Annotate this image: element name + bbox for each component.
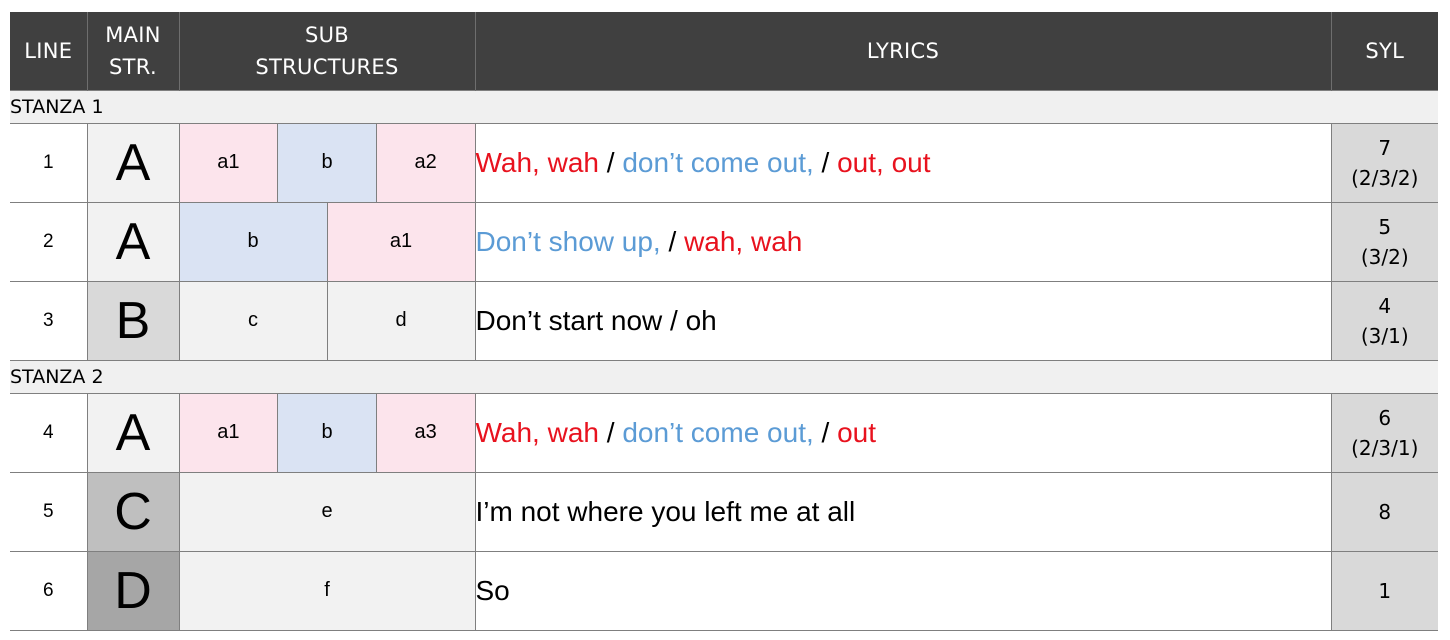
song-structure-table: LINE MAIN STR. SUB STRUCTURES LYRICS SYL S… [10, 12, 1438, 631]
syllable-total: 8 [1378, 499, 1392, 524]
line-number: 5 [10, 471, 88, 552]
syllable-total: 7 [1378, 135, 1392, 160]
line-number: 6 [10, 550, 88, 631]
table-row: 5 Ce I’m not where you left me at all 8 [10, 471, 1438, 552]
lyrics-cell: Wah, wah / don’t come out, / out [474, 392, 1332, 473]
lyric-segment: don’t come out, [622, 416, 814, 448]
lyric-segment: wah, wah [684, 225, 803, 257]
main-structure: C [86, 471, 180, 552]
table-row: 4 Aa1 b a3 Wah, wah / don’t come out, / out 6… [10, 392, 1438, 473]
header-sub-line1: SUB [304, 22, 349, 47]
line-number: 2 [10, 201, 88, 282]
header-main-line1: MAIN [105, 22, 161, 47]
table-row: 1 Aa1 b a2 Wah, wah / don’t come out, / out,… [10, 122, 1438, 203]
table-body: STANZA 1 1 Aa1 b a2 Wah, wah / don’t come out… [10, 89, 1438, 631]
header-sub-line2: STRUCTURES [255, 54, 399, 79]
sub-structure-group: a1 b a2 [179, 123, 475, 202]
table-row: 2 Ab a1 Don’t show up, / wah, wah 5 (3/2) [10, 201, 1438, 282]
sub-structure: f [179, 551, 475, 630]
sub-structure-group: b a1 [179, 202, 475, 281]
lyric-segment: / [813, 416, 838, 448]
sub-structure: a1 [327, 202, 475, 281]
lyric-segment: Don’t start now / oh [475, 304, 717, 336]
sub-structures: f [178, 550, 476, 631]
sub-structure: b [179, 202, 328, 281]
lyric-segment: / [813, 146, 838, 178]
header-syllables: SYL [1331, 12, 1438, 90]
lyrics-cell: Don’t show up, / wah, wah [474, 201, 1332, 282]
line-number: 1 [10, 122, 88, 203]
table-row: 3 Bc d Don’t start now / oh 4 (3/1) [10, 280, 1438, 361]
lyric-segment: Wah, wah [475, 146, 599, 178]
lyric-segment: / [598, 416, 623, 448]
lyric-segment: / [598, 146, 623, 178]
line-number: 4 [10, 392, 88, 473]
lyrics-cell: Don’t start now / oh [474, 280, 1332, 361]
sub-structure: a2 [376, 123, 475, 202]
sub-structure: a1 [179, 123, 279, 202]
sub-structure: c [179, 281, 328, 360]
syllable-breakdown: (2/3/1) [1351, 435, 1419, 460]
main-structure: D [86, 550, 180, 631]
main-structure: B [86, 280, 180, 361]
sub-structures: a1 b a3 [178, 392, 476, 473]
sub-structure: d [327, 281, 475, 360]
stanza-label: STANZA 1 [10, 89, 1438, 124]
syllable-count: 7 (2/3/2) [1330, 122, 1438, 203]
main-structure: A [86, 201, 180, 282]
syllable-breakdown: (3/2) [1360, 244, 1409, 269]
sub-structure: e [179, 472, 475, 551]
main-structure: A [86, 122, 180, 203]
syllable-count: 8 [1330, 471, 1438, 552]
sub-structure-group: f [179, 551, 475, 630]
syllable-breakdown: (2/3/2) [1351, 165, 1419, 190]
header-line: LINE [10, 12, 88, 90]
lyrics-cell: I’m not where you left me at all [474, 471, 1332, 552]
sub-structures: a1 b a2 [178, 122, 476, 203]
syllable-total: 4 [1378, 293, 1392, 318]
sub-structures: cd [178, 280, 476, 361]
sub-structures: e [178, 471, 476, 552]
header-lyrics: LYRICS [475, 12, 1332, 90]
lyric-segment: / [660, 225, 685, 257]
syllable-total: 5 [1378, 214, 1392, 239]
sub-structure-group: e [179, 472, 475, 551]
header-sub-structures: SUB STRUCTURES [179, 12, 476, 90]
lyric-segment: So [475, 574, 510, 606]
syllable-count: 5 (3/2) [1330, 201, 1438, 282]
stanza-row: STANZA 2 [10, 359, 1438, 394]
sub-structures: b a1 [178, 201, 476, 282]
lyric-segment: Don’t show up, [475, 225, 661, 257]
syllable-count: 1 [1330, 550, 1438, 631]
header-main-line2: STR. [109, 54, 157, 79]
syllable-breakdown: (3/1) [1360, 323, 1409, 348]
syllable-count: 6 (2/3/1) [1330, 392, 1438, 473]
sub-structure: b [278, 393, 377, 472]
lyrics-cell: Wah, wah / don’t come out, / out, out [474, 122, 1332, 203]
header-main-structure: MAIN STR. [87, 12, 180, 90]
lyric-segment: out, out [837, 146, 931, 178]
sub-structure: a1 [179, 393, 279, 472]
lyric-segment: don’t come out, [622, 146, 814, 178]
sub-structure-group: cd [179, 281, 475, 360]
syllable-count: 4 (3/1) [1330, 280, 1438, 361]
syllable-total: 1 [1378, 578, 1392, 603]
main-structure: A [86, 392, 180, 473]
line-number: 3 [10, 280, 88, 361]
sub-structure: a3 [376, 393, 475, 472]
lyric-segment: Wah, wah [475, 416, 599, 448]
sub-structure: b [278, 123, 377, 202]
lyrics-cell: So [474, 550, 1332, 631]
lyric-segment: out [837, 416, 877, 448]
stanza-row: STANZA 1 [10, 89, 1438, 124]
stanza-label: STANZA 2 [10, 359, 1438, 394]
table-row: 6 Df So 1 [10, 550, 1438, 631]
header-row: LINE MAIN STR. SUB STRUCTURES LYRICS SYL [10, 12, 1438, 90]
syllable-total: 6 [1378, 405, 1392, 430]
sub-structure-group: a1 b a3 [179, 393, 475, 472]
lyric-segment: I’m not where you left me at all [475, 495, 856, 527]
